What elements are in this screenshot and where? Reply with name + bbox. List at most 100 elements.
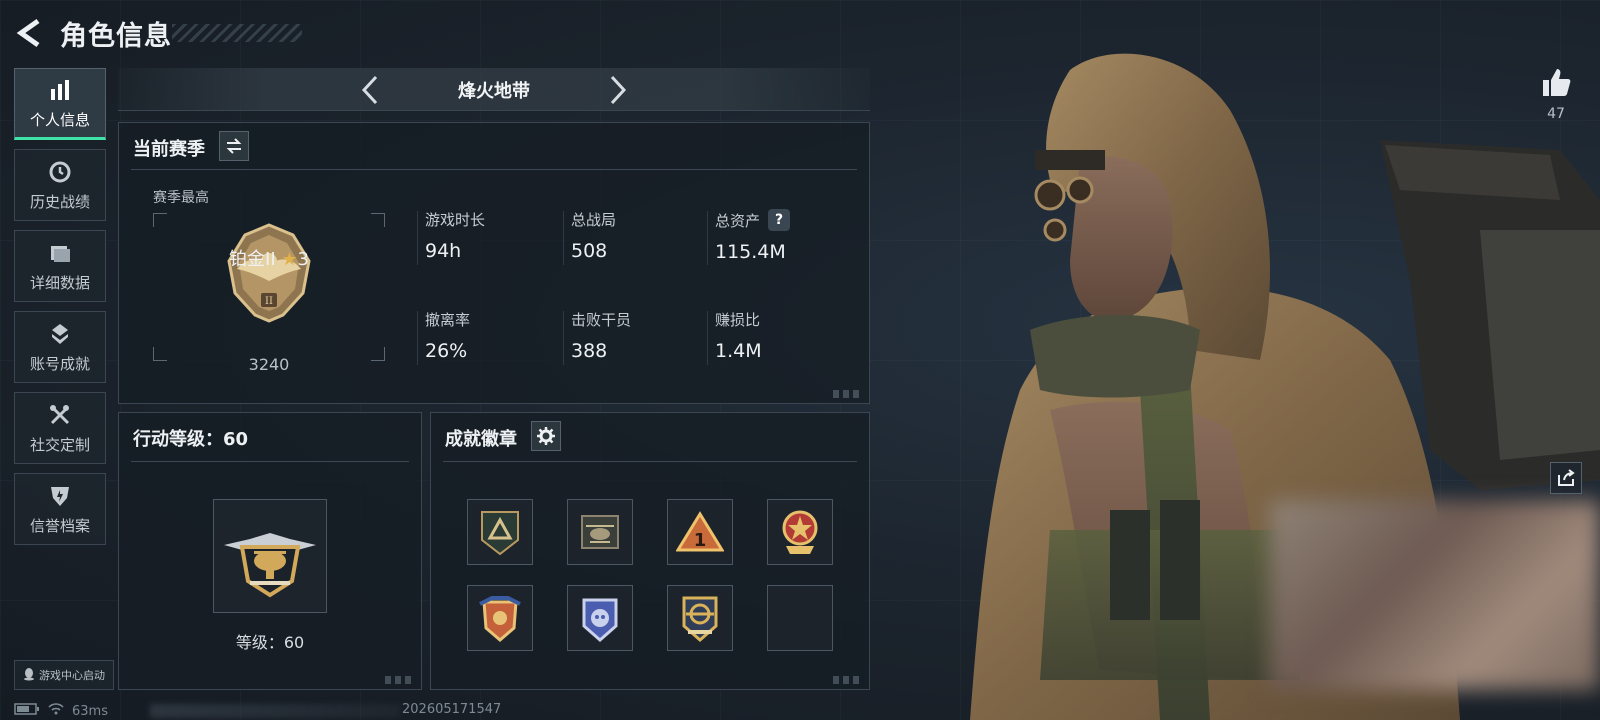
game-center-label: 游戏中心启动 — [39, 669, 105, 682]
mode-selector: 烽火地带 — [118, 68, 870, 111]
svg-text:1: 1 — [694, 530, 707, 551]
badge-empty-slot[interactable] — [767, 585, 833, 651]
stat-value: 388 — [571, 340, 608, 362]
page-title: 角色信息 — [60, 21, 172, 52]
sidebar-item-label: 社交定制 — [29, 435, 90, 454]
mode-title: 烽火地带 — [458, 81, 530, 102]
badge-gold-emblem[interactable] — [667, 585, 733, 651]
like-count: 47 — [1547, 106, 1565, 122]
helicopter-emblem-icon — [224, 533, 316, 598]
sidebar-item-detailed-data[interactable]: 详细数据 — [14, 230, 106, 302]
history-icon — [47, 159, 73, 185]
rank-stars: 3 — [297, 249, 309, 270]
level-heading: 行动等级：60 — [133, 429, 249, 450]
bar-chart-icon — [47, 77, 73, 103]
badge-triangle[interactable] — [467, 499, 533, 565]
stat-extraction-rate: 撤离率 26% — [417, 309, 571, 379]
rank-title: 铂金II — [229, 249, 276, 270]
platinum-rank-emblem-icon: II — [227, 223, 311, 323]
season-heading: 当前赛季 — [133, 139, 205, 160]
badge-settings-button[interactable] — [531, 421, 561, 451]
sidebar-item-account-achievements[interactable]: 账号成就 — [14, 311, 106, 383]
help-icon[interactable]: ? — [768, 209, 791, 231]
season-switch-button[interactable] — [219, 131, 249, 161]
helicopter-badge-icon — [581, 515, 619, 549]
blurred-id — [150, 704, 400, 718]
triangle-badge-icon — [481, 511, 519, 556]
wings-badge-icon — [479, 596, 521, 642]
action-level-panel: 行动等级：60 等级：60 — [118, 412, 422, 690]
stat-value: 115.4M — [715, 241, 786, 263]
star-icon: ★ — [281, 249, 298, 270]
stat-value: 508 — [571, 240, 608, 262]
panel-decoration — [385, 676, 415, 684]
shield-icon — [47, 483, 73, 509]
sidebar-item-label: 详细数据 — [29, 273, 90, 292]
rank-score: 3240 — [248, 355, 290, 374]
folder-icon — [47, 240, 73, 266]
panel-decoration — [833, 676, 863, 684]
achievement-icon — [47, 321, 73, 347]
sidebar-item-credit-record[interactable]: 信誉档案 — [14, 473, 106, 545]
mode-next-button[interactable] — [602, 73, 634, 107]
stat-playtime: 游戏时长 94h — [417, 209, 571, 279]
stat-label: 击败干员 — [571, 311, 632, 329]
build-id: 202605171547 — [402, 702, 502, 717]
stat-label: 总资产 — [715, 211, 761, 230]
qq-icon — [23, 667, 35, 684]
sidebar-item-history[interactable]: 历史战绩 — [14, 149, 106, 221]
thumbs-up-icon — [1543, 69, 1571, 96]
wifi-icon — [48, 703, 64, 719]
divider — [443, 461, 857, 462]
stat-label: 赚损比 — [715, 311, 761, 329]
stat-operators-defeated: 击败干员 388 — [563, 309, 717, 379]
level-value: 等级：60 — [235, 633, 305, 652]
sidebar-item-label: 个人信息 — [29, 110, 90, 129]
title-decoration — [172, 24, 302, 42]
stat-total-assets: 总资产 ? 115.4M — [707, 209, 861, 279]
sidebar-item-personal-info[interactable]: 个人信息 — [14, 68, 106, 140]
sidebar-item-social-customization[interactable]: 社交定制 — [14, 392, 106, 464]
sidebar-item-label: 信誉档案 — [29, 516, 90, 535]
battery-icon — [14, 703, 40, 719]
badge-wings[interactable] — [467, 585, 533, 651]
share-button[interactable] — [1550, 462, 1582, 494]
gear-icon — [537, 427, 555, 445]
badges-heading: 成就徽章 — [445, 429, 517, 450]
stat-label: 游戏时长 — [425, 211, 486, 229]
badge-star-medal[interactable] — [767, 499, 833, 565]
skull-badge-icon — [582, 598, 618, 642]
like-button[interactable] — [1536, 66, 1576, 102]
stat-value: 1.4M — [715, 340, 762, 362]
chevron-left-icon — [361, 75, 378, 105]
divider — [131, 169, 857, 170]
share-icon — [1558, 469, 1575, 486]
chevron-right-icon — [610, 75, 627, 105]
mode-prev-button[interactable] — [354, 73, 386, 107]
tools-icon — [47, 402, 73, 428]
stat-total-matches: 总战局 508 — [563, 209, 717, 279]
svg-text:II: II — [265, 296, 273, 307]
badge-number-one[interactable]: 1 — [667, 499, 733, 565]
achievement-badges-panel: 成就徽章 1 — [430, 412, 870, 690]
swap-icon — [226, 138, 242, 154]
number-one-badge-icon: 1 — [676, 511, 724, 552]
status-bar: 63ms — [14, 702, 108, 720]
badge-helicopter[interactable] — [567, 499, 633, 565]
star-medal-badge-icon — [782, 510, 818, 554]
stat-label: 撤离率 — [425, 311, 471, 329]
stat-label: 总战局 — [571, 211, 617, 229]
sidebar: 个人信息 历史战绩 详细数据 账号成就 社交定制 信誉档案 — [14, 68, 106, 554]
game-center-launch-button[interactable]: 游戏中心启动 — [14, 660, 114, 690]
current-season-panel: 当前赛季 赛季最高 II 铂金II ★3 3240 游戏时长 94h 总战局 5… — [118, 122, 870, 404]
ping-value: 63ms — [72, 703, 108, 719]
stat-profit-ratio: 赚损比 1.4M — [707, 309, 861, 379]
back-button[interactable] — [14, 16, 48, 50]
badge-skull[interactable] — [567, 585, 633, 651]
sidebar-item-label: 历史战绩 — [29, 192, 90, 211]
stat-value: 94h — [425, 240, 462, 262]
level-emblem[interactable] — [213, 499, 327, 613]
sidebar-item-label: 账号成就 — [29, 354, 90, 373]
divider — [131, 461, 409, 462]
season-best-label: 赛季最高 — [153, 190, 209, 206]
